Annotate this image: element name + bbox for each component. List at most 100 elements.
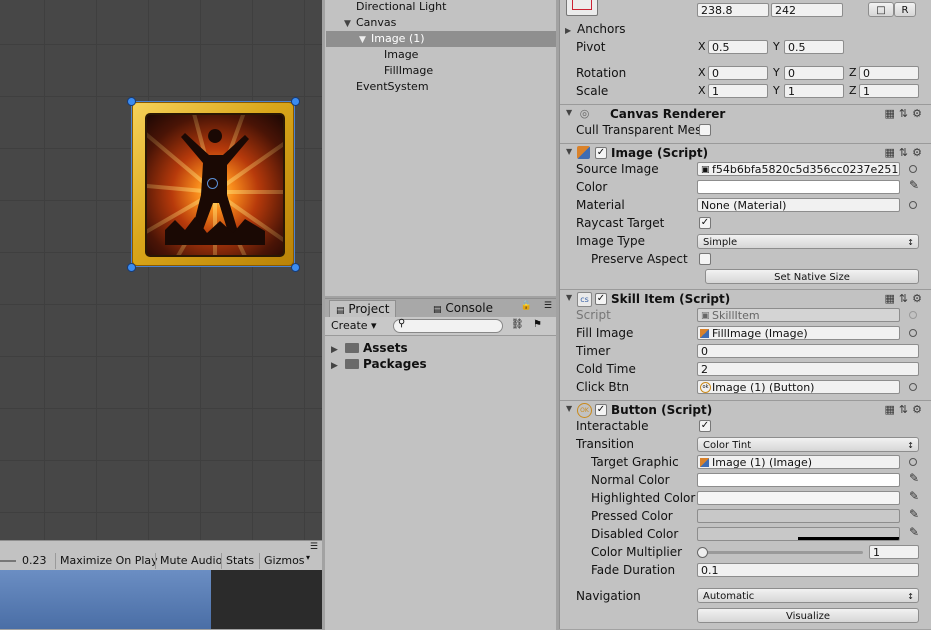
gear-icon[interactable]: ⚙ xyxy=(912,146,926,159)
source-image-field[interactable]: ▣ f54b6bfa5820c5d356cc0237e251 xyxy=(697,162,900,176)
expand-triangle-icon[interactable]: ▶ xyxy=(331,358,343,374)
color-multiplier-slider[interactable] xyxy=(701,551,863,554)
object-picker-icon[interactable] xyxy=(909,201,917,209)
resize-handle-bottom-left[interactable] xyxy=(127,263,136,272)
resize-handle-bottom-right[interactable] xyxy=(291,263,300,272)
color-multiplier-field[interactable]: 1 xyxy=(869,545,919,559)
slider-thumb[interactable] xyxy=(697,547,708,558)
object-picker-icon[interactable] xyxy=(909,383,917,391)
anchors-foldout[interactable]: ▶ Anchors xyxy=(565,21,626,37)
button-enabled-checkbox[interactable]: ✓ xyxy=(595,404,607,416)
hierarchy-item-image[interactable]: Image xyxy=(384,47,418,63)
gear-icon[interactable]: ⚙ xyxy=(912,292,926,305)
expand-triangle-icon[interactable]: ▼ xyxy=(344,16,356,32)
eyedropper-icon[interactable]: ✎ xyxy=(909,525,919,539)
fade-duration-field[interactable]: 0.1 xyxy=(697,563,919,577)
menu-icon[interactable]: ☰ xyxy=(544,301,552,311)
resize-handle-top-right[interactable] xyxy=(291,97,300,106)
collapse-triangle-icon[interactable]: ▼ xyxy=(566,108,578,117)
gizmos-dropdown[interactable]: Gizmos xyxy=(259,553,309,569)
tab-project[interactable]: ▤ Project xyxy=(329,300,397,318)
help-icon[interactable]: ▦ xyxy=(885,403,899,416)
object-picker-icon[interactable] xyxy=(909,165,917,173)
image-type-dropdown[interactable]: Simple xyxy=(697,234,919,250)
blueprint-mode-button[interactable]: □ xyxy=(868,2,894,17)
gear-icon[interactable]: ⚙ xyxy=(912,403,926,416)
skill-item-enabled-checkbox[interactable]: ✓ xyxy=(595,293,607,305)
filter-by-label-icon[interactable]: ⚑ xyxy=(533,319,542,330)
hierarchy-item-image-1[interactable]: ▼ Image (1) xyxy=(326,31,556,47)
expand-triangle-icon[interactable]: ▼ xyxy=(359,32,371,48)
object-picker-icon[interactable] xyxy=(909,458,917,466)
color-field[interactable] xyxy=(697,180,900,194)
normal-color-field[interactable] xyxy=(697,473,900,487)
eyedropper-icon[interactable]: ✎ xyxy=(909,471,919,485)
folder-packages[interactable]: ▶ Packages xyxy=(331,356,427,372)
fill-image-field[interactable]: FillImage (Image) xyxy=(697,326,900,340)
eyedropper-icon[interactable]: ✎ xyxy=(909,489,919,503)
raycast-target-checkbox[interactable]: ✓ xyxy=(699,217,711,229)
eyedropper-icon[interactable]: ✎ xyxy=(909,507,919,521)
resize-handle-top-left[interactable] xyxy=(127,97,136,106)
rotation-x-field[interactable]: 0 xyxy=(708,66,768,80)
rotation-z-field[interactable]: 0 xyxy=(859,66,919,80)
help-icon[interactable]: ▦ xyxy=(885,107,899,120)
scale-y-field[interactable]: 1 xyxy=(784,84,844,98)
navigation-dropdown[interactable]: Automatic xyxy=(697,588,919,604)
help-icon[interactable]: ▦ xyxy=(885,146,899,159)
presets-icon[interactable]: ⇅ xyxy=(899,292,912,305)
hierarchy-item-eventsystem[interactable]: EventSystem xyxy=(356,79,429,95)
chevron-down-icon[interactable]: ▾ xyxy=(306,553,310,562)
hierarchy-item-directional-light[interactable]: Directional Light xyxy=(356,0,446,15)
pressed-color-field[interactable] xyxy=(697,509,900,523)
material-field[interactable]: None (Material) xyxy=(697,198,900,212)
tab-console[interactable]: ▤ Console xyxy=(427,300,499,317)
pivot-handle[interactable] xyxy=(207,178,218,189)
scale-x-field[interactable]: 1 xyxy=(708,84,768,98)
height-field[interactable]: 242 xyxy=(771,3,843,17)
presets-icon[interactable]: ⇅ xyxy=(899,146,912,159)
maximize-on-play-button[interactable]: Maximize On Play xyxy=(55,553,162,569)
click-btn-field[interactable]: ok Image (1) (Button) xyxy=(697,380,900,394)
target-graphic-field[interactable]: Image (1) (Image) xyxy=(697,455,900,469)
project-search-input[interactable]: ⚲ xyxy=(393,318,503,333)
canvas-renderer-header[interactable]: ▼ ◎ Canvas Renderer ▦⇅⚙ xyxy=(560,104,931,123)
menu-icon[interactable]: ☰ xyxy=(310,542,318,552)
button-component-header[interactable]: ▼ OK ✓ Button (Script) ▦⇅⚙ xyxy=(560,400,931,419)
cold-time-field[interactable]: 2 xyxy=(697,362,919,376)
transition-dropdown[interactable]: Color Tint xyxy=(697,437,919,453)
rotation-y-field[interactable]: 0 xyxy=(784,66,844,80)
preserve-aspect-checkbox[interactable] xyxy=(699,253,711,265)
image-component-header[interactable]: ▼ ✓ Image (Script) ▦⇅⚙ xyxy=(560,143,931,162)
eyedropper-icon[interactable]: ✎ xyxy=(909,178,919,192)
cull-transparent-checkbox[interactable] xyxy=(699,124,711,136)
pivot-x-field[interactable]: 0.5 xyxy=(708,40,768,54)
stats-button[interactable]: Stats xyxy=(221,553,258,569)
mute-audio-button[interactable]: Mute Audio xyxy=(155,553,226,569)
presets-icon[interactable]: ⇅ xyxy=(899,107,912,120)
scale-slider-track[interactable] xyxy=(0,560,16,562)
skill-item-header[interactable]: ▼ cs ✓ Skill Item (Script) ▦⇅⚙ xyxy=(560,289,931,308)
object-picker-icon[interactable] xyxy=(909,329,917,337)
gear-icon[interactable]: ⚙ xyxy=(912,107,926,120)
interactable-checkbox[interactable]: ✓ xyxy=(699,420,711,432)
hierarchy-item-fillimage[interactable]: FillImage xyxy=(384,63,433,79)
pivot-y-field[interactable]: 0.5 xyxy=(784,40,844,54)
visualize-button[interactable]: Visualize xyxy=(697,608,919,623)
highlighted-color-field[interactable] xyxy=(697,491,900,505)
filter-by-type-icon[interactable]: ⛓ xyxy=(511,319,524,330)
raw-edit-button[interactable]: R xyxy=(894,2,916,17)
game-view[interactable] xyxy=(0,570,322,629)
scale-z-field[interactable]: 1 xyxy=(859,84,919,98)
image-enabled-checkbox[interactable]: ✓ xyxy=(595,147,607,159)
anchor-presets-button[interactable] xyxy=(566,0,598,16)
width-field[interactable]: 238.8 xyxy=(697,3,769,17)
presets-icon[interactable]: ⇅ xyxy=(899,403,912,416)
scene-view[interactable] xyxy=(0,0,322,540)
create-dropdown[interactable]: Create ▾ xyxy=(331,319,381,333)
set-native-size-button[interactable]: Set Native Size xyxy=(705,269,919,284)
hierarchy-item-canvas[interactable]: ▼ Canvas xyxy=(344,15,396,31)
help-icon[interactable]: ▦ xyxy=(885,292,899,305)
disabled-color-field[interactable] xyxy=(697,527,900,541)
lock-icon[interactable]: 🔒 xyxy=(521,301,532,311)
